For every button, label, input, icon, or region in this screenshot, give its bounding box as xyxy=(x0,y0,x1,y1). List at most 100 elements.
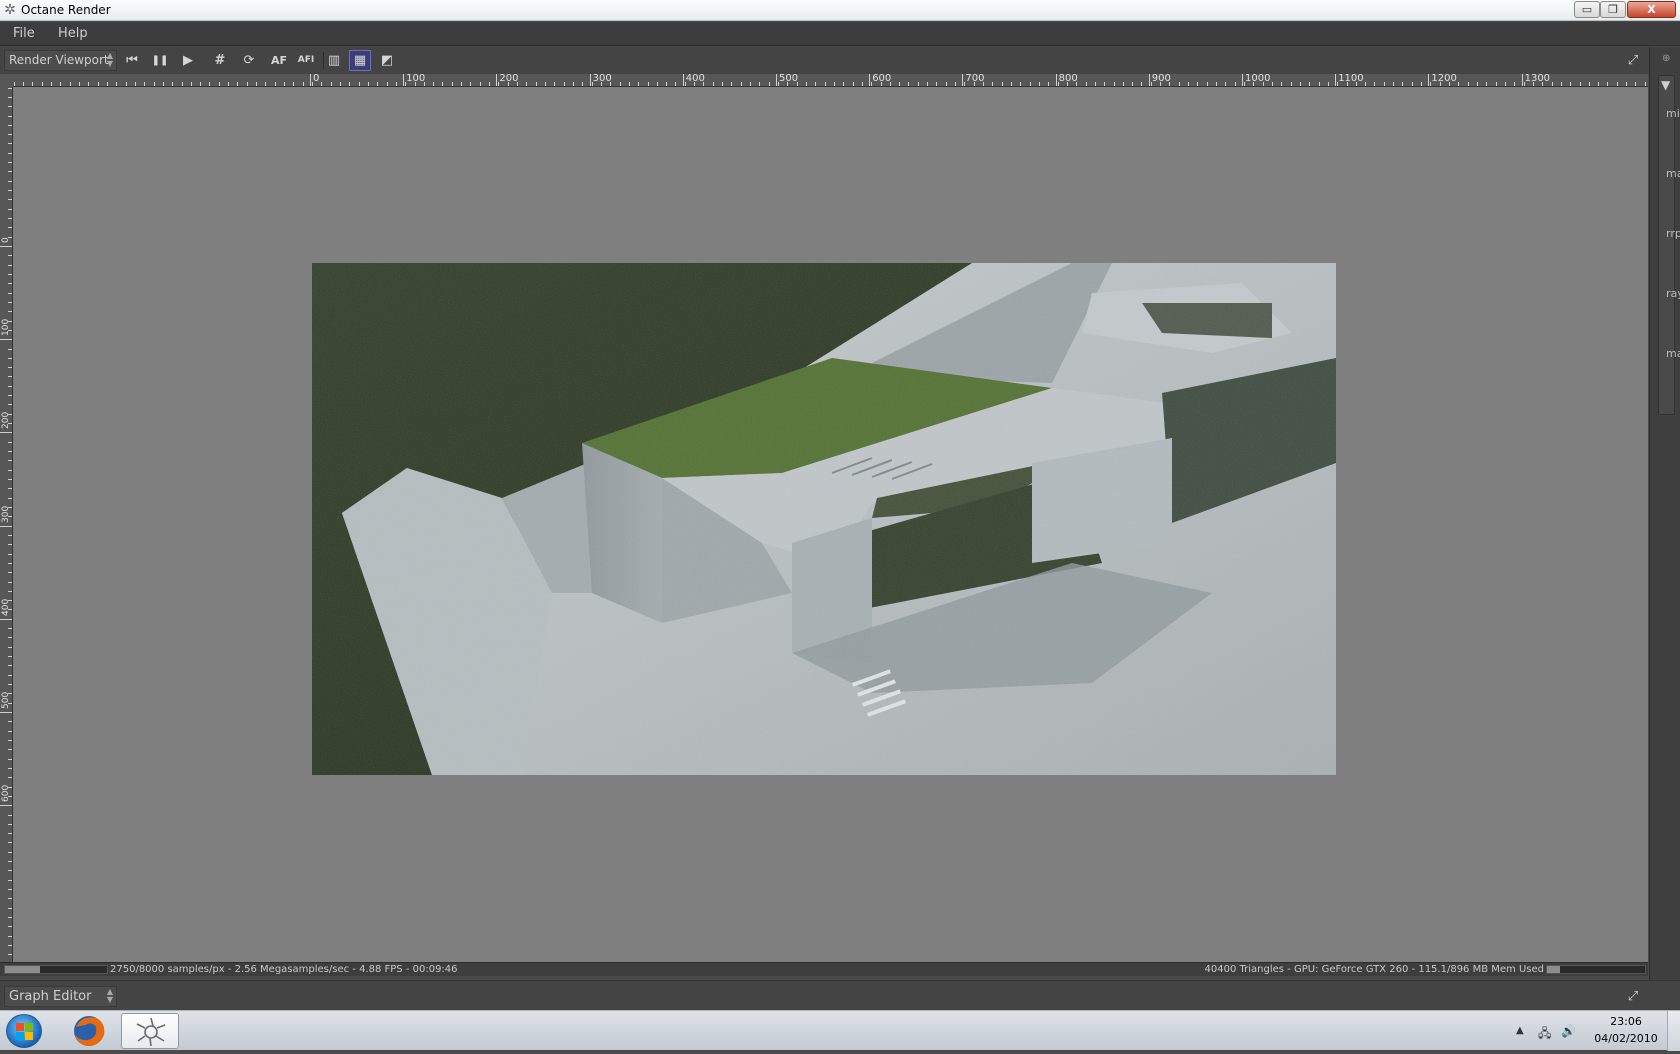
ruler-minor-tick xyxy=(1271,82,1273,86)
graph-editor-select[interactable]: Graph Editor ▲ ▼ xyxy=(4,986,117,1007)
ruler-minor-tick xyxy=(377,82,379,86)
display-mode-button[interactable]: ▥ xyxy=(323,50,345,71)
ruler-minor-tick xyxy=(8,889,12,891)
side-panel-scroll[interactable]: ▼ xyxy=(1658,75,1675,415)
windows-logo-icon xyxy=(16,1023,33,1040)
ruler-minor-tick xyxy=(8,534,12,536)
ruler-minor-tick xyxy=(1383,82,1385,86)
ruler-minor-tick xyxy=(973,82,975,86)
pin-icon[interactable]: ⊕ xyxy=(1662,53,1670,64)
grid-button[interactable]: # xyxy=(209,50,231,71)
ruler-minor-tick xyxy=(1244,82,1245,86)
ruler-minor-tick xyxy=(8,693,12,695)
ruler-major-tick xyxy=(776,74,777,86)
ruler-minor-tick xyxy=(1225,82,1227,86)
ruler-minor-tick xyxy=(246,82,248,86)
close-button[interactable]: X xyxy=(1627,1,1676,18)
ruler-minor-tick xyxy=(395,82,397,86)
ruler-minor-tick xyxy=(1066,82,1068,86)
ruler-minor-tick xyxy=(284,82,286,86)
ruler-minor-tick xyxy=(8,898,12,900)
ruler-label: 1100 xyxy=(1338,74,1364,84)
viewport-select[interactable]: Render Viewport ▲ ▼ xyxy=(4,50,117,71)
render-image[interactable] xyxy=(312,263,1336,775)
collapse-arrow-icon[interactable]: ▼ xyxy=(1661,78,1670,92)
ruler-minor-tick xyxy=(1038,82,1040,86)
side-label-max: ma xyxy=(1666,167,1680,180)
ruler-minor-tick xyxy=(32,82,34,86)
taskbar-firefox[interactable] xyxy=(60,1013,118,1049)
ruler-minor-tick xyxy=(852,82,854,86)
ruler-minor-tick xyxy=(181,82,183,86)
ruler-minor-tick xyxy=(8,124,12,126)
taskbar-octane[interactable] xyxy=(121,1013,179,1049)
ruler-minor-tick xyxy=(1449,82,1451,86)
ruler-minor-tick xyxy=(8,777,12,779)
ruler-minor-tick xyxy=(97,82,99,86)
ruler-minor-tick xyxy=(209,82,211,86)
graph-fullscreen-button[interactable]: ⤢ xyxy=(1622,986,1644,1007)
pause-button[interactable]: ❚❚ xyxy=(149,50,171,71)
ruler-major-tick xyxy=(496,74,498,86)
ruler-minor-tick xyxy=(8,581,12,583)
tray-expand-icon[interactable]: ▲ xyxy=(1516,1025,1524,1036)
ruler-minor-tick xyxy=(1430,82,1432,86)
ruler-major-tick xyxy=(869,74,871,86)
ruler-minor-tick xyxy=(1150,82,1152,86)
volume-icon[interactable]: 🔊 xyxy=(1561,1024,1576,1038)
ruler-minor-tick xyxy=(1057,82,1059,86)
clock-date[interactable]: 04/02/2010 xyxy=(1590,1032,1662,1045)
ruler-minor-tick xyxy=(1458,82,1460,86)
ruler-minor-tick xyxy=(628,82,630,86)
ruler-minor-tick xyxy=(41,82,43,86)
ruler-minor-tick xyxy=(1560,82,1562,86)
ruler-minor-tick xyxy=(1598,82,1600,86)
ruler-minor-tick xyxy=(1160,82,1162,86)
ruler-minor-tick xyxy=(600,82,602,86)
region-button[interactable]: ◩ xyxy=(376,50,398,71)
ruler-minor-tick xyxy=(610,82,612,86)
ruler-label: 200 xyxy=(499,74,519,84)
clock-time[interactable]: 23:06 xyxy=(1596,1015,1656,1028)
ruler-minor-tick xyxy=(8,96,12,98)
ruler-minor-tick xyxy=(535,82,537,86)
ruler-minor-tick xyxy=(778,82,779,86)
autofocus-button[interactable]: AF xyxy=(268,50,290,71)
ruler-minor-tick xyxy=(8,451,12,453)
ruler-minor-tick xyxy=(8,553,12,555)
minimize-button[interactable]: ▭ xyxy=(1574,1,1600,18)
menu-file[interactable]: File xyxy=(13,26,35,41)
ruler-minor-tick xyxy=(414,82,416,86)
menu-help[interactable]: Help xyxy=(58,26,88,41)
restart-render-button[interactable]: ⏮ xyxy=(121,50,143,71)
ruler-major-tick xyxy=(1521,74,1523,86)
start-button[interactable] xyxy=(6,1014,42,1048)
ruler-minor-tick xyxy=(442,82,444,86)
checker-button[interactable]: ▦ xyxy=(349,50,371,71)
ruler-minor-tick xyxy=(8,264,12,266)
ruler-label: 500 xyxy=(779,74,799,84)
ruler-label: 200 xyxy=(1,412,11,430)
play-button[interactable]: ▶ xyxy=(177,50,199,71)
maximize-button[interactable]: ❐ xyxy=(1600,1,1626,18)
ruler-minor-tick xyxy=(8,879,12,881)
ruler-minor-tick xyxy=(1113,82,1115,86)
autofocus-select-button[interactable]: AFI xyxy=(295,50,317,71)
render-toolbar: Render Viewport ▲ ▼ ⏮ ❚❚ ▶ # ⟳ AF AFI ▥ ▦… xyxy=(0,47,1680,74)
ruler-minor-tick xyxy=(8,684,12,686)
refresh-button[interactable]: ⟳ xyxy=(238,50,260,71)
ruler-minor-tick xyxy=(8,618,12,620)
ruler-label: 1300 xyxy=(1524,74,1551,84)
fullscreen-button[interactable]: ⤢ xyxy=(1622,50,1644,71)
ruler-minor-tick xyxy=(908,82,910,86)
network-icon[interactable]: 🖧 xyxy=(1538,1024,1551,1045)
ruler-minor-tick xyxy=(461,82,463,86)
render-viewport[interactable] xyxy=(13,87,1648,962)
show-desktop-button[interactable] xyxy=(1667,1011,1680,1051)
ruler-minor-tick xyxy=(293,82,295,86)
ruler-minor-tick xyxy=(1374,82,1376,86)
ruler-minor-tick xyxy=(153,82,155,86)
side-panel: ⊕ ▼ mi ma rrp ray ma xyxy=(1649,47,1680,1012)
ruler-minor-tick xyxy=(936,82,938,86)
ruler-minor-tick xyxy=(8,767,12,769)
